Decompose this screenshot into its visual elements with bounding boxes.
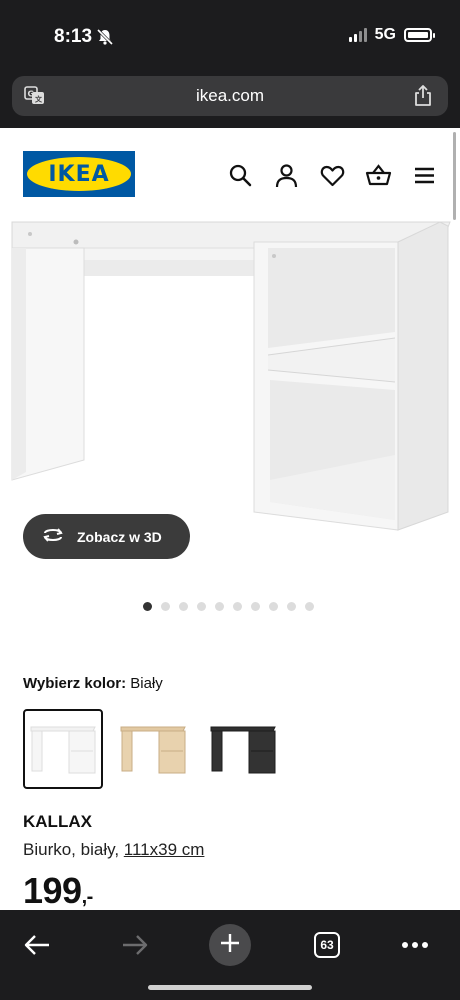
gallery-dot[interactable] bbox=[287, 602, 296, 611]
network-type: 5G bbox=[374, 26, 396, 43]
plus-icon bbox=[219, 932, 241, 959]
swatch-white-oak[interactable] bbox=[113, 709, 193, 789]
gallery-pagination[interactable] bbox=[143, 602, 314, 611]
gallery-dot[interactable] bbox=[251, 602, 260, 611]
site-header: IKEA bbox=[0, 128, 460, 220]
product-dimensions-link[interactable]: 111x39 cm bbox=[124, 840, 205, 859]
gallery-dot[interactable] bbox=[179, 602, 188, 611]
gallery-dot[interactable] bbox=[269, 602, 278, 611]
tabs-button[interactable]: 63 bbox=[312, 920, 342, 970]
gallery-dot[interactable] bbox=[215, 602, 224, 611]
color-swatches bbox=[23, 709, 283, 789]
svg-text:文: 文 bbox=[35, 95, 43, 104]
share-icon[interactable] bbox=[412, 84, 434, 113]
home-indicator bbox=[148, 985, 312, 990]
color-label-text: Wybierz kolor: bbox=[23, 675, 127, 692]
price-suffix: ,- bbox=[81, 886, 94, 908]
view-3d-button[interactable]: Zobacz w 3D bbox=[23, 514, 190, 559]
basket-icon[interactable] bbox=[365, 162, 392, 189]
logo-text: IKEA bbox=[48, 161, 110, 187]
rotate-3d-icon bbox=[41, 526, 65, 547]
price-value: 199 bbox=[23, 870, 82, 911]
ikea-logo[interactable]: IKEA bbox=[23, 151, 135, 197]
color-selector-label: Wybierz kolor: Biały bbox=[23, 675, 163, 692]
product-description: Biurko, biały, 111x39 cm bbox=[23, 840, 204, 860]
color-value: Biały bbox=[130, 675, 163, 692]
swatch-white[interactable] bbox=[23, 709, 103, 789]
signal-icon bbox=[348, 28, 367, 42]
tab-count: 63 bbox=[314, 932, 340, 958]
search-icon[interactable] bbox=[227, 162, 254, 189]
gallery-dot[interactable] bbox=[197, 602, 206, 611]
swatch-black-brown[interactable] bbox=[203, 709, 283, 789]
menu-icon[interactable] bbox=[411, 162, 438, 189]
product-desc-text: Biurko, biały, bbox=[23, 840, 124, 859]
product-name: KALLAX bbox=[23, 812, 92, 831]
new-tab-button[interactable] bbox=[209, 920, 251, 970]
gallery-dot[interactable] bbox=[305, 602, 314, 611]
back-button[interactable] bbox=[20, 920, 54, 970]
translate-icon[interactable]: G文 bbox=[24, 86, 46, 111]
view-3d-label: Zobacz w 3D bbox=[77, 528, 162, 545]
url-text: ikea.com bbox=[195, 86, 265, 105]
more-options-button[interactable] bbox=[400, 920, 430, 970]
bell-off-icon bbox=[96, 28, 114, 51]
forward-button[interactable] bbox=[118, 920, 152, 970]
heart-icon[interactable] bbox=[319, 162, 346, 189]
svg-text:G: G bbox=[28, 90, 35, 99]
gallery-dot[interactable] bbox=[161, 602, 170, 611]
status-time: 8:13 bbox=[54, 26, 93, 47]
account-icon[interactable] bbox=[273, 162, 300, 189]
gallery-dot[interactable] bbox=[143, 602, 152, 611]
gallery-dot[interactable] bbox=[233, 602, 242, 611]
battery-icon bbox=[404, 28, 435, 42]
product-price: 199,- bbox=[23, 870, 93, 912]
address-bar[interactable]: G文 ikea.com bbox=[12, 76, 448, 116]
browser-chrome: 8:13 5G G文 ikea.com bbox=[0, 0, 460, 128]
scroll-indicator bbox=[453, 132, 456, 220]
